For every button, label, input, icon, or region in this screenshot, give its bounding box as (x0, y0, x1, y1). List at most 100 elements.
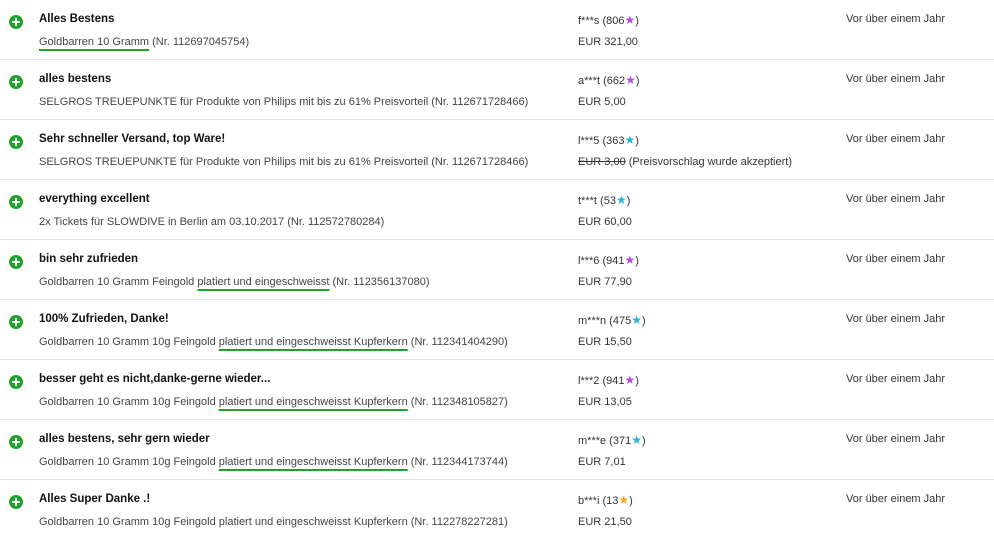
plus-circle-icon (9, 375, 23, 389)
item-title-prefix: Goldbarren 10 Gramm 10g Feingold (39, 396, 219, 408)
item-title[interactable]: SELGROS TREUEPUNKTE für Produkte von Phi… (39, 96, 528, 108)
feedback-date: Vor über einem Jahr (846, 253, 946, 265)
buyer-name: b***i (578, 495, 600, 507)
item-title-highlight: platiert und eingeschweisst (197, 276, 330, 288)
buyer-name: m***e (578, 435, 607, 447)
price-value: EUR 13,05 (578, 396, 632, 408)
buyer-name: m***n (578, 315, 607, 327)
item-title-highlight: platiert und eingeschweisst Kupferkern (218, 396, 408, 408)
star-icon: ★ (624, 13, 636, 27)
plus-circle-icon (9, 255, 23, 269)
item-title-prefix: 2x Tickets für SLOWDIVE in Berlin am 03.… (39, 216, 385, 228)
item-title[interactable]: Goldbarren 10 Gramm 10g Feingold platier… (39, 516, 508, 528)
price: EUR 321,00 (578, 36, 638, 48)
star-icon: ★ (631, 433, 642, 447)
feedback-row: Sehr schneller Versand, top Ware! SELGRO… (0, 120, 994, 180)
feedback-row: alles bestens, sehr gern wieder Goldbarr… (0, 420, 994, 480)
buyer-score: 941 (606, 255, 625, 267)
plus-circle-icon (9, 495, 23, 509)
buyer-info[interactable]: t***t (53★) (578, 193, 630, 207)
feedback-comment: Sehr schneller Versand, top Ware! (39, 133, 226, 145)
feedback-date: Vor über einem Jahr (846, 193, 946, 205)
star-icon: ★ (624, 133, 636, 147)
feedback-date: Vor über einem Jahr (846, 373, 946, 385)
buyer-info[interactable]: f***s (806★) (578, 13, 639, 27)
star-icon: ★ (624, 373, 636, 387)
item-title-prefix: SELGROS TREUEPUNKTE für Produkte von Phi… (39, 96, 529, 108)
feedback-date: Vor über einem Jahr (846, 433, 946, 445)
plus-circle-icon (9, 195, 23, 209)
buyer-score: 363 (606, 135, 625, 147)
item-title-highlight: Goldbarren 10 Gramm (39, 36, 150, 48)
feedback-comment: Alles Super Danke .! (39, 493, 151, 505)
buyer-name: l***2 (578, 375, 600, 387)
feedback-row: Alles Super Danke .! Goldbarren 10 Gramm… (0, 480, 994, 540)
feedback-row: everything excellent 2x Tickets für SLOW… (0, 180, 994, 240)
star-icon: ★ (618, 493, 630, 507)
item-title[interactable]: Goldbarren 10 Gramm 10g Feingold platier… (39, 336, 508, 348)
buyer-info[interactable]: l***2 (941★) (578, 373, 639, 387)
price-value: EUR 321,00 (578, 36, 638, 48)
item-title-suffix: (Nr. 112697045754) (149, 36, 250, 48)
buyer-score: 371 (612, 435, 632, 447)
item-title-highlight: platiert und eingeschweisst Kupferkern (218, 336, 408, 348)
price: EUR 7,01 (578, 456, 626, 468)
buyer-name: l***6 (578, 255, 600, 267)
price-value: EUR 21,50 (578, 516, 632, 528)
item-title[interactable]: Goldbarren 10 Gramm Feingold platiert un… (39, 276, 430, 288)
price-value: EUR 7,01 (578, 456, 626, 468)
buyer-info[interactable]: b***i (13★) (578, 493, 633, 507)
buyer-info[interactable]: a***t (662★) (578, 73, 640, 87)
buyer-info[interactable]: m***e (371★) (578, 433, 646, 447)
star-icon: ★ (615, 193, 627, 207)
item-title-suffix: (Nr. 112348105827) (407, 396, 508, 408)
price: EUR 60,00 (578, 216, 632, 228)
price: EUR 21,50 (578, 516, 632, 528)
price: EUR 15,50 (578, 336, 632, 348)
buyer-info[interactable]: l***6 (941★) (578, 253, 639, 267)
item-title-suffix: (Nr. 112341404290) (407, 336, 508, 348)
item-title-suffix: (Nr. 112356137080) (329, 276, 430, 288)
item-title-prefix: Goldbarren 10 Gramm 10g Feingold platier… (39, 516, 508, 528)
price: EUR 3,00 (Preisvorschlag wurde akzeptier… (578, 156, 792, 168)
buyer-name: l***5 (578, 135, 600, 147)
item-title[interactable]: Goldbarren 10 Gramm 10g Feingold platier… (39, 456, 508, 468)
buyer-score: 53 (603, 195, 616, 207)
item-title[interactable]: SELGROS TREUEPUNKTE für Produkte von Phi… (39, 156, 528, 168)
buyer-score: 806 (606, 15, 625, 27)
feedback-row: besser geht es nicht,danke-gerne wieder.… (0, 360, 994, 420)
item-title-suffix: (Nr. 112344173744) (407, 456, 508, 468)
buyer-name: a***t (578, 75, 601, 87)
item-title[interactable]: Goldbarren 10 Gramm 10g Feingold platier… (39, 396, 508, 408)
feedback-comment: everything excellent (39, 193, 150, 205)
feedback-comment: Alles Bestens (39, 13, 115, 25)
item-title-prefix: Goldbarren 10 Gramm 10g Feingold (39, 456, 219, 468)
feedback-date: Vor über einem Jahr (846, 13, 946, 25)
feedback-comment: alles bestens, sehr gern wieder (39, 433, 210, 445)
buyer-score: 475 (612, 315, 632, 327)
price: EUR 77,90 (578, 276, 632, 288)
price: EUR 13,05 (578, 396, 632, 408)
buyer-info[interactable]: m***n (475★) (578, 313, 646, 327)
buyer-info[interactable]: l***5 (363★) (578, 133, 639, 147)
feedback-list: Alles Bestens Goldbarren 10 Gramm (Nr. 1… (0, 0, 994, 540)
plus-circle-icon (9, 315, 23, 329)
feedback-comment: 100% Zufrieden, Danke! (39, 313, 169, 325)
price-value: EUR 3,00 (578, 156, 626, 168)
buyer-score: 941 (606, 375, 625, 387)
item-title[interactable]: Goldbarren 10 Gramm (Nr. 112697045754) (39, 36, 249, 48)
buyer-score: 13 (606, 495, 619, 507)
feedback-row: alles bestens SELGROS TREUEPUNKTE für Pr… (0, 60, 994, 120)
item-title-prefix: SELGROS TREUEPUNKTE für Produkte von Phi… (39, 156, 529, 168)
price-value: EUR 77,90 (578, 276, 632, 288)
item-title[interactable]: 2x Tickets für SLOWDIVE in Berlin am 03.… (39, 216, 384, 228)
plus-circle-icon (9, 75, 23, 89)
feedback-row: bin sehr zufrieden Goldbarren 10 Gramm F… (0, 240, 994, 300)
plus-circle-icon (9, 435, 23, 449)
price-value: EUR 15,50 (578, 336, 632, 348)
price-value: EUR 60,00 (578, 216, 632, 228)
item-title-prefix: Goldbarren 10 Gramm 10g Feingold (39, 336, 219, 348)
feedback-row: Alles Bestens Goldbarren 10 Gramm (Nr. 1… (0, 0, 994, 60)
star-icon: ★ (625, 73, 636, 87)
item-title-highlight: platiert und eingeschweisst Kupferkern (218, 456, 408, 468)
